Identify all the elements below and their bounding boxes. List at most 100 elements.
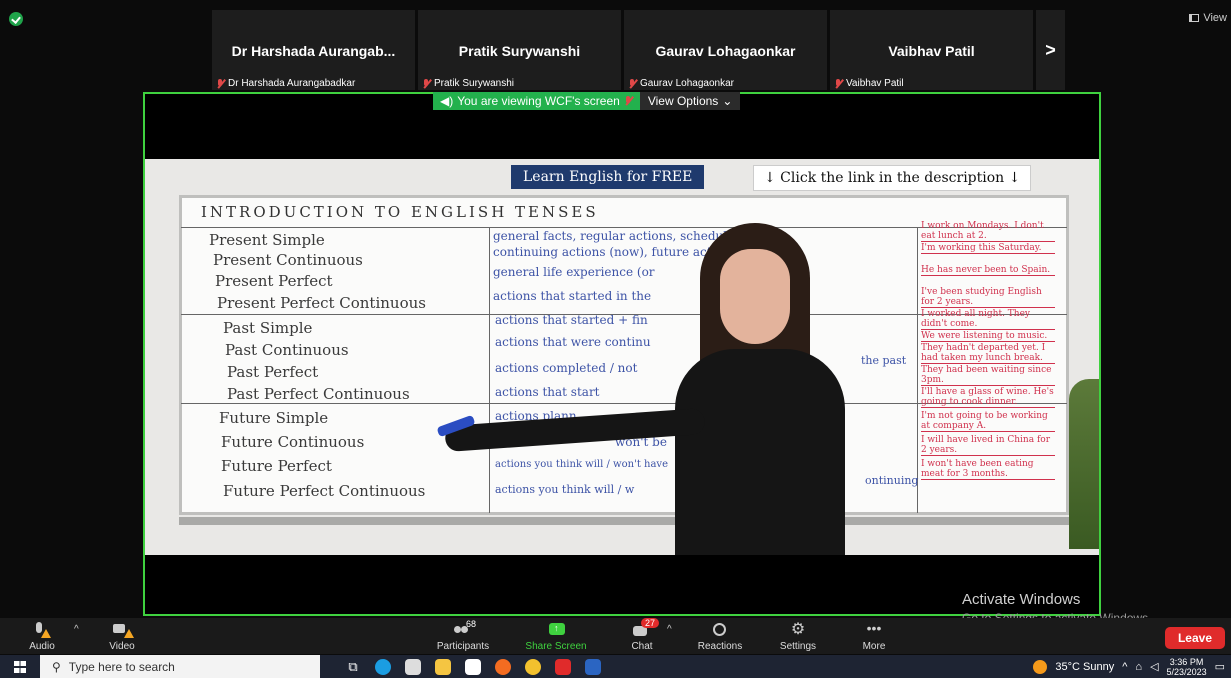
participant-tile[interactable]: Dr Harshada Aurangab... Dr Harshada Aura… bbox=[212, 10, 415, 90]
example-sentence: I'm working this Saturday. bbox=[921, 243, 1055, 254]
example-sentence: I'll have a glass of wine. He's going to… bbox=[921, 387, 1055, 408]
share-banner: ◀) You are viewing WCF's screen View Opt… bbox=[433, 92, 741, 110]
participant-sub-name: Dr Harshada Aurangabadkar bbox=[228, 78, 356, 89]
learn-english-banner[interactable]: Learn English for FREE bbox=[511, 165, 705, 189]
weather-sun-icon bbox=[1033, 659, 1048, 674]
tense-label: Future Perfect Continuous bbox=[223, 482, 426, 500]
participant-tile[interactable]: Pratik Surywanshi Pratik Surywanshi bbox=[418, 10, 621, 90]
clock-date: 5/23/2023 bbox=[1166, 666, 1207, 677]
tense-label: Past Perfect bbox=[227, 363, 319, 381]
notification-icon[interactable]: ▭ bbox=[1215, 660, 1225, 673]
settings-button[interactable]: ⚙ Settings bbox=[758, 618, 838, 654]
tense-label: Present Perfect bbox=[215, 272, 333, 290]
warning-icon bbox=[124, 629, 134, 638]
example-sentence: I will have lived in China for 2 years. bbox=[921, 435, 1055, 456]
muted-mic-icon bbox=[216, 78, 225, 89]
chrome-icon[interactable] bbox=[518, 655, 548, 678]
muted-mic-icon bbox=[834, 78, 843, 89]
usage-note: actions you think will / won't have bbox=[495, 459, 668, 470]
audio-options-caret-icon[interactable]: ^ bbox=[74, 624, 79, 635]
participant-name: Gaurav Lohagaonkar bbox=[655, 43, 796, 59]
example-sentence: We were listening to music. bbox=[921, 331, 1055, 342]
audio-label: Audio bbox=[29, 641, 55, 652]
activate-windows-title: Activate Windows bbox=[962, 591, 1081, 608]
gear-icon: ⚙ bbox=[790, 621, 806, 638]
more-button[interactable]: ••• More bbox=[834, 618, 914, 654]
chat-count: 27 bbox=[641, 618, 660, 628]
weather-text[interactable]: 35°C Sunny bbox=[1055, 661, 1114, 673]
usage-note: continuing actions (now), future actions bbox=[493, 245, 737, 259]
mail-icon[interactable] bbox=[458, 655, 488, 678]
file-explorer-icon[interactable] bbox=[428, 655, 458, 678]
participant-tile[interactable]: Vaibhav Patil Vaibhav Patil bbox=[830, 10, 1033, 90]
participant-label: Vaibhav Patil bbox=[834, 78, 904, 89]
participant-sub-name: Gaurav Lohagaonkar bbox=[640, 78, 734, 89]
tense-label: Present Continuous bbox=[213, 251, 363, 269]
network-icon[interactable]: ⌂ bbox=[1135, 661, 1142, 673]
reactions-label: Reactions bbox=[697, 641, 743, 652]
clock[interactable]: 3:36 PM 5/23/2023 bbox=[1167, 657, 1207, 677]
usage-note: actions completed / not bbox=[495, 361, 638, 375]
usage-note: actions you think will / w bbox=[495, 483, 635, 496]
zoom-meeting-window: View Dr Harshada Aurangab... Dr Harshada… bbox=[0, 0, 1231, 678]
usage-note: ontinuing bbox=[865, 474, 919, 487]
tense-label: Past Perfect Continuous bbox=[227, 385, 410, 403]
viewing-text: You are viewing WCF's screen bbox=[457, 94, 620, 108]
chat-options-caret-icon[interactable]: ^ bbox=[667, 624, 672, 635]
muted-mic-icon bbox=[422, 78, 431, 89]
microphone-icon bbox=[31, 621, 53, 639]
speaker-icon: ◀) bbox=[440, 94, 454, 108]
windows-taskbar: ⚲ Type here to search ⧉ 35°C Sunny ^ ⌂ ◁… bbox=[0, 655, 1231, 678]
shared-video[interactable]: Learn English for FREE ↓ Click the link … bbox=[145, 159, 1099, 555]
share-screen-button[interactable]: ↑ Share Screen bbox=[516, 618, 596, 654]
volume-icon[interactable]: ◁ bbox=[1150, 660, 1158, 673]
word-icon[interactable] bbox=[578, 655, 608, 678]
edge-icon[interactable] bbox=[368, 655, 398, 678]
pdf-reader-icon[interactable] bbox=[548, 655, 578, 678]
participants-label: Participants bbox=[436, 641, 490, 652]
search-placeholder: Type here to search bbox=[68, 659, 175, 674]
next-participants-button[interactable]: > bbox=[1036, 10, 1065, 90]
participant-name: Dr Harshada Aurangab... bbox=[231, 43, 396, 59]
settings-label: Settings bbox=[779, 641, 817, 652]
tense-label: Future Continuous bbox=[221, 433, 365, 451]
view-button[interactable]: View bbox=[1189, 12, 1227, 24]
task-view-icon[interactable]: ⧉ bbox=[338, 655, 368, 678]
participants-count: 68 bbox=[466, 619, 477, 629]
windows-logo-icon bbox=[14, 660, 26, 673]
divider bbox=[489, 227, 490, 513]
participant-name: Vaibhav Patil bbox=[888, 43, 975, 59]
leave-button[interactable]: Leave bbox=[1164, 627, 1225, 649]
security-shield-icon[interactable] bbox=[9, 12, 23, 26]
audio-button[interactable]: Audio bbox=[2, 618, 82, 654]
tense-label: Past Simple bbox=[223, 319, 313, 337]
example-sentence: I won't have been eating meat for 3 mont… bbox=[921, 459, 1055, 480]
divider bbox=[917, 227, 918, 513]
taskbar-search[interactable]: ⚲ Type here to search bbox=[40, 655, 320, 678]
example-sentence: They hadn't departed yet. I had taken my… bbox=[921, 343, 1055, 364]
example-sentence: He has never been to Spain. bbox=[921, 265, 1055, 276]
clock-time: 3:36 PM bbox=[1169, 656, 1204, 667]
system-tray: 35°C Sunny ^ ⌂ ◁ 3:36 PM 5/23/2023 ▭ bbox=[1033, 655, 1231, 678]
participants-button[interactable]: 68 Participants bbox=[423, 618, 503, 654]
start-button[interactable] bbox=[0, 655, 40, 678]
participant-sub-name: Pratik Surywanshi bbox=[434, 78, 515, 89]
usage-note: general facts, regular actions, schedule… bbox=[493, 229, 741, 243]
view-options-button[interactable]: View Options ⌄ bbox=[639, 92, 741, 110]
ellipsis-icon: ••• bbox=[866, 620, 882, 636]
click-link-banner: ↓ Click the link in the description ↓ bbox=[753, 165, 1032, 191]
participant-tile[interactable]: Gaurav Lohagaonkar Gaurav Lohagaonkar bbox=[624, 10, 827, 90]
chevron-down-icon: ⌄ bbox=[722, 94, 733, 108]
store-icon[interactable] bbox=[398, 655, 428, 678]
usage-note: actions that were continu bbox=[495, 335, 651, 349]
video-button[interactable]: Video bbox=[82, 618, 162, 654]
tense-label: Present Perfect Continuous bbox=[217, 294, 426, 312]
tense-label: Past Continuous bbox=[225, 341, 349, 359]
share-screen-icon: ↑ bbox=[545, 621, 567, 639]
tense-label: Future Perfect bbox=[221, 457, 332, 475]
participant-label: Dr Harshada Aurangabadkar bbox=[216, 78, 355, 89]
reactions-button[interactable]: Reactions bbox=[680, 618, 760, 654]
firefox-icon[interactable] bbox=[488, 655, 518, 678]
view-options-label: View Options bbox=[647, 94, 719, 108]
chevron-up-icon[interactable]: ^ bbox=[1122, 661, 1127, 673]
